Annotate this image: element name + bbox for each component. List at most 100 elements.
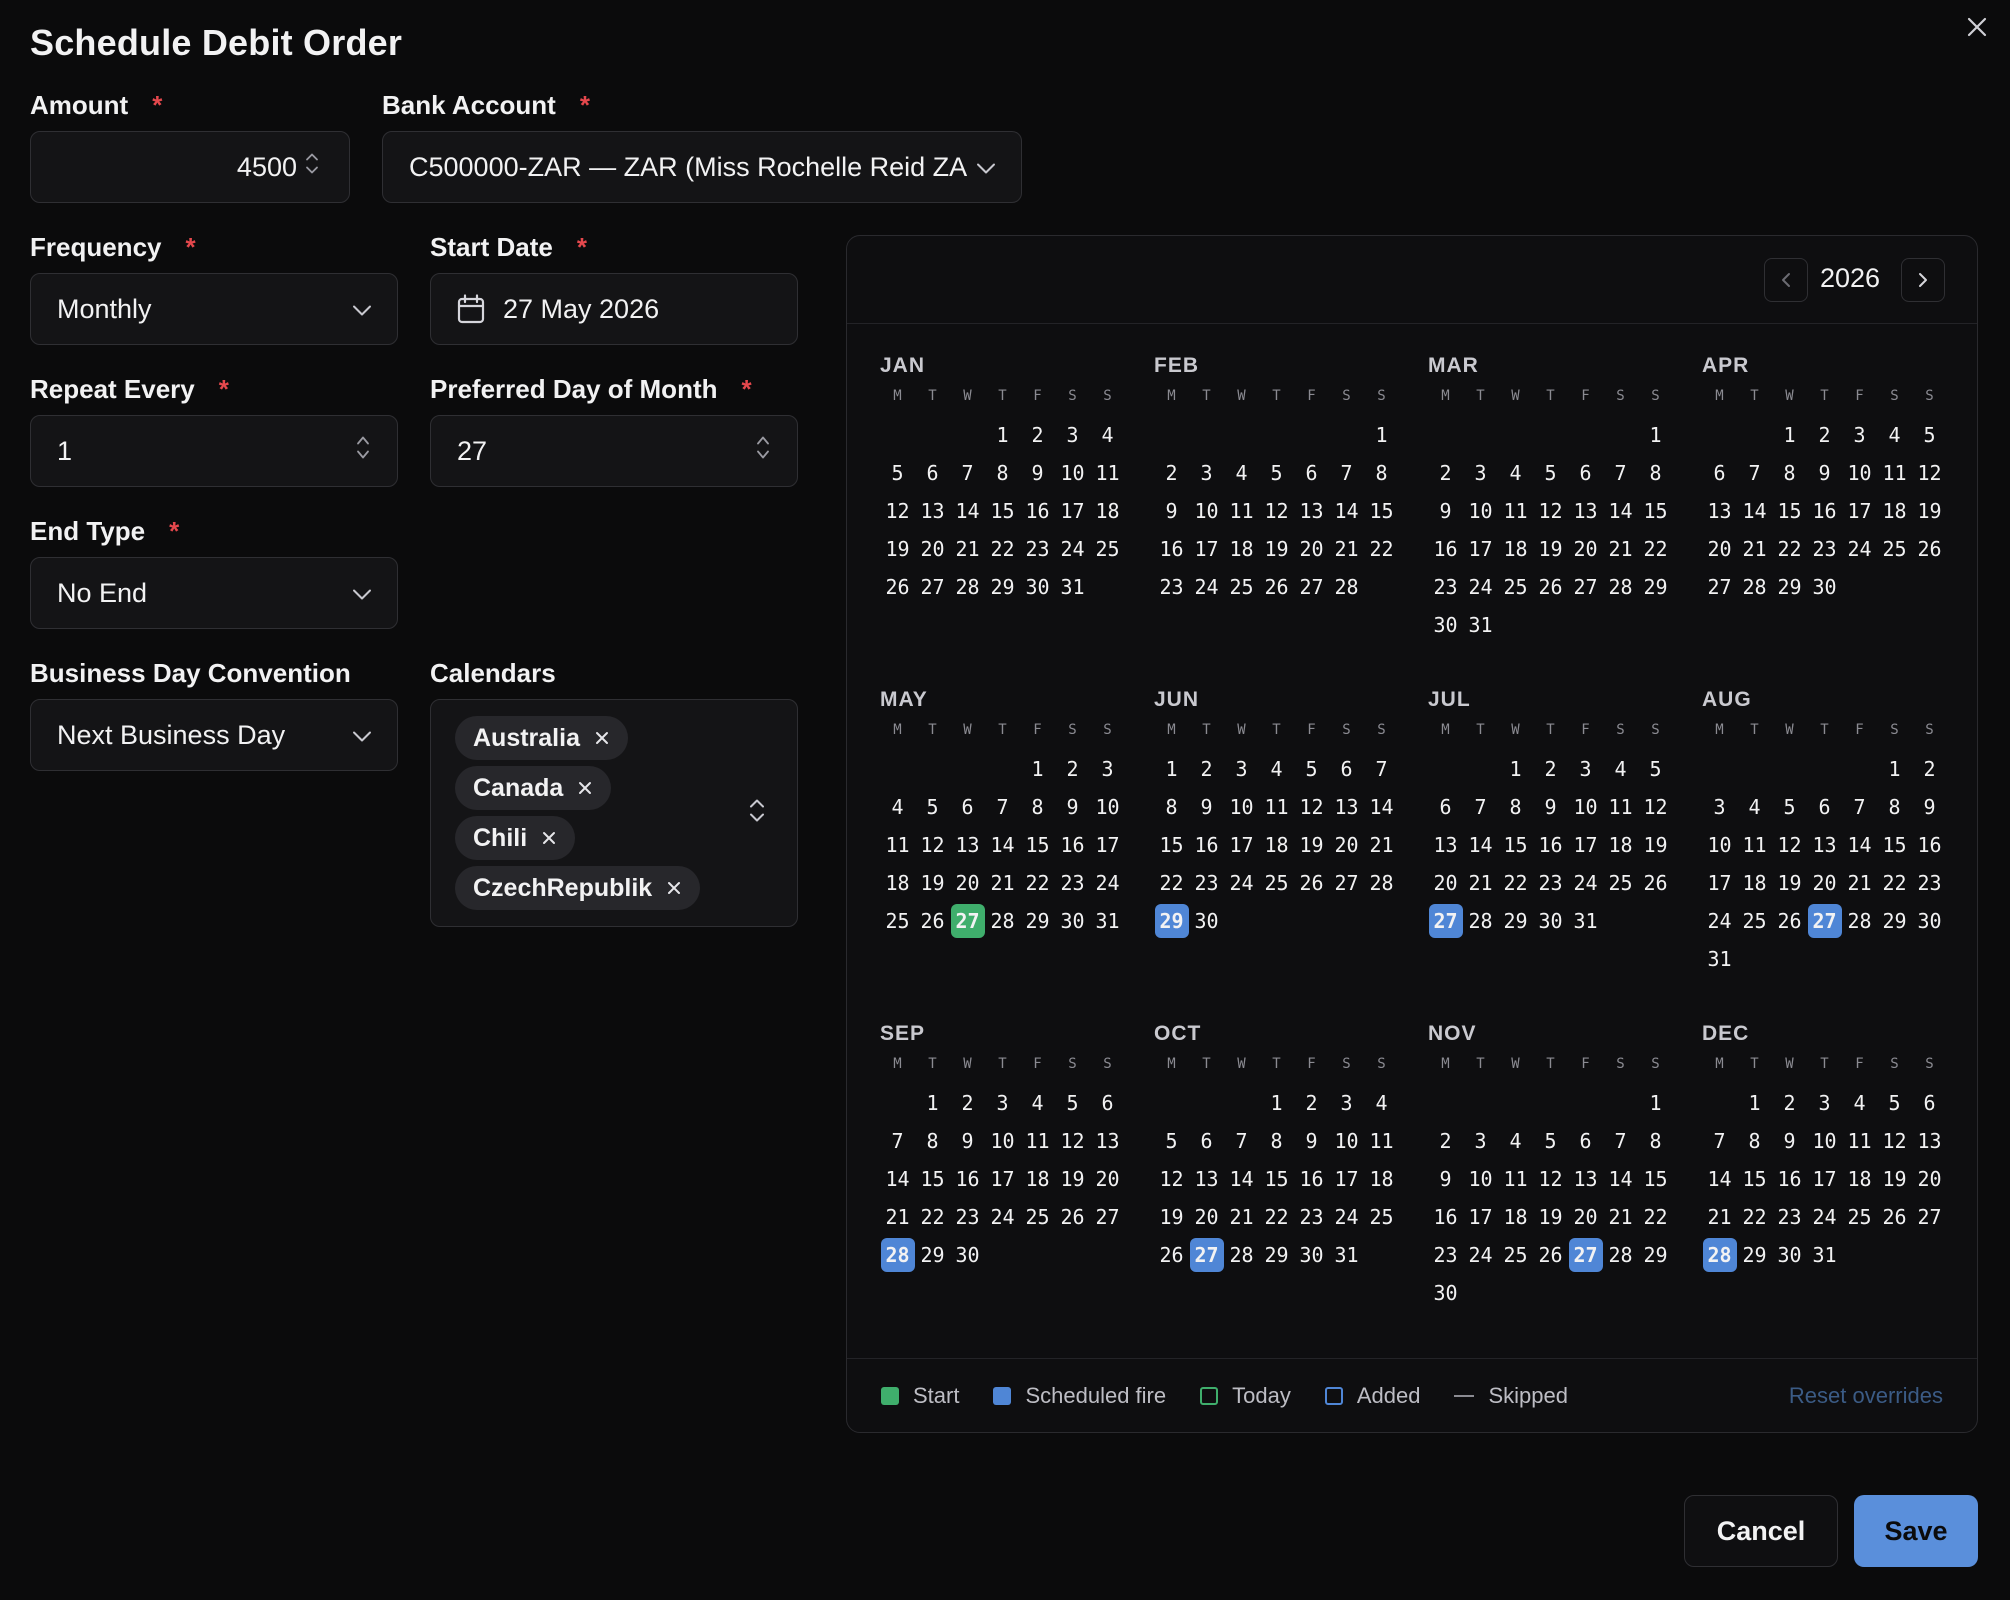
day-cell[interactable]: 1	[1498, 750, 1533, 788]
day-cell[interactable]: 26	[915, 902, 950, 940]
day-cell[interactable]: 19	[1259, 530, 1294, 568]
day-cell[interactable]: 5	[1912, 416, 1947, 454]
day-cell[interactable]: 27	[1090, 1198, 1125, 1236]
day-cell[interactable]: 9	[1428, 492, 1463, 530]
day-cell[interactable]: 4	[1224, 454, 1259, 492]
day-cell[interactable]: 29	[915, 1236, 950, 1274]
end-type-select[interactable]: No End	[30, 557, 398, 629]
day-cell[interactable]: 25	[1877, 530, 1912, 568]
day-cell[interactable]: 22	[1498, 864, 1533, 902]
day-cell[interactable]: 16	[1154, 530, 1189, 568]
day-cell[interactable]: 6	[1568, 1122, 1603, 1160]
day-cell[interactable]: 20	[1807, 864, 1842, 902]
day-cell[interactable]: 23	[1772, 1198, 1807, 1236]
scheduled-day-cell[interactable]: 28	[880, 1236, 915, 1274]
day-cell[interactable]: 6	[950, 788, 985, 826]
scheduled-day-cell[interactable]: 29	[1154, 902, 1189, 940]
day-cell[interactable]: 21	[1702, 1198, 1737, 1236]
remove-chip-icon[interactable]	[666, 880, 682, 896]
day-cell[interactable]: 28	[1224, 1236, 1259, 1274]
day-cell[interactable]: 8	[1737, 1122, 1772, 1160]
day-cell[interactable]: 8	[1259, 1122, 1294, 1160]
day-cell[interactable]: 26	[1055, 1198, 1090, 1236]
day-cell[interactable]: 22	[1638, 1198, 1673, 1236]
day-cell[interactable]: 30	[1807, 568, 1842, 606]
remove-chip-icon[interactable]	[541, 830, 557, 846]
day-cell[interactable]: 22	[1259, 1198, 1294, 1236]
day-cell[interactable]: 25	[1020, 1198, 1055, 1236]
day-cell[interactable]: 10	[1568, 788, 1603, 826]
day-cell[interactable]: 17	[1463, 1198, 1498, 1236]
day-cell[interactable]: 19	[1877, 1160, 1912, 1198]
day-cell[interactable]: 20	[1568, 530, 1603, 568]
day-cell[interactable]: 8	[1154, 788, 1189, 826]
day-cell[interactable]: 15	[985, 492, 1020, 530]
day-cell[interactable]: 25	[1842, 1198, 1877, 1236]
day-cell[interactable]: 16	[1055, 826, 1090, 864]
day-cell[interactable]: 31	[1055, 568, 1090, 606]
day-cell[interactable]: 14	[1224, 1160, 1259, 1198]
day-cell[interactable]: 3	[1224, 750, 1259, 788]
day-cell[interactable]: 23	[1428, 568, 1463, 606]
day-cell[interactable]: 4	[1259, 750, 1294, 788]
day-cell[interactable]: 25	[880, 902, 915, 940]
day-cell[interactable]: 20	[915, 530, 950, 568]
stepper-icon[interactable]	[305, 151, 319, 184]
day-cell[interactable]: 19	[1154, 1198, 1189, 1236]
day-cell[interactable]: 1	[1638, 1084, 1673, 1122]
day-cell[interactable]: 22	[1638, 530, 1673, 568]
day-cell[interactable]: 26	[1533, 1236, 1568, 1274]
day-cell[interactable]: 3	[1055, 416, 1090, 454]
day-cell[interactable]: 13	[915, 492, 950, 530]
day-cell[interactable]: 2	[1189, 750, 1224, 788]
day-cell[interactable]: 16	[1912, 826, 1947, 864]
day-cell[interactable]: 25	[1259, 864, 1294, 902]
day-cell[interactable]: 15	[1638, 1160, 1673, 1198]
day-cell[interactable]: 23	[1294, 1198, 1329, 1236]
reset-overrides-link[interactable]: Reset overrides	[1789, 1383, 1943, 1409]
day-cell[interactable]: 13	[1912, 1122, 1947, 1160]
day-cell[interactable]: 26	[880, 568, 915, 606]
day-cell[interactable]: 31	[1463, 606, 1498, 644]
day-cell[interactable]: 7	[985, 788, 1020, 826]
day-cell[interactable]: 16	[1020, 492, 1055, 530]
day-cell[interactable]: 14	[1329, 492, 1364, 530]
day-cell[interactable]: 26	[1877, 1198, 1912, 1236]
day-cell[interactable]: 3	[1090, 750, 1125, 788]
day-cell[interactable]: 7	[1224, 1122, 1259, 1160]
day-cell[interactable]: 5	[1638, 750, 1673, 788]
day-cell[interactable]: 8	[1498, 788, 1533, 826]
day-cell[interactable]: 31	[1090, 902, 1125, 940]
day-cell[interactable]: 18	[1090, 492, 1125, 530]
day-cell[interactable]: 4	[1498, 454, 1533, 492]
day-cell[interactable]: 13	[1189, 1160, 1224, 1198]
day-cell[interactable]: 24	[1568, 864, 1603, 902]
day-cell[interactable]: 26	[1533, 568, 1568, 606]
day-cell[interactable]: 11	[1737, 826, 1772, 864]
day-cell[interactable]: 25	[1224, 568, 1259, 606]
day-cell[interactable]: 2	[1020, 416, 1055, 454]
day-cell[interactable]: 7	[1737, 454, 1772, 492]
day-cell[interactable]: 14	[950, 492, 985, 530]
day-cell[interactable]: 18	[1259, 826, 1294, 864]
day-cell[interactable]: 25	[1498, 1236, 1533, 1274]
day-cell[interactable]: 14	[985, 826, 1020, 864]
day-cell[interactable]: 5	[1154, 1122, 1189, 1160]
day-cell[interactable]: 23	[1533, 864, 1568, 902]
day-cell[interactable]: 21	[1842, 864, 1877, 902]
day-cell[interactable]: 18	[1877, 492, 1912, 530]
day-cell[interactable]: 7	[1603, 1122, 1638, 1160]
day-cell[interactable]: 6	[1428, 788, 1463, 826]
day-cell[interactable]: 12	[1772, 826, 1807, 864]
day-cell[interactable]: 10	[1090, 788, 1125, 826]
day-cell[interactable]: 24	[1224, 864, 1259, 902]
day-cell[interactable]: 5	[915, 788, 950, 826]
day-cell[interactable]: 15	[1364, 492, 1399, 530]
day-cell[interactable]: 12	[1154, 1160, 1189, 1198]
day-cell[interactable]: 20	[1189, 1198, 1224, 1236]
cancel-button[interactable]: Cancel	[1684, 1495, 1838, 1567]
day-cell[interactable]: 8	[915, 1122, 950, 1160]
day-cell[interactable]: 2	[1772, 1084, 1807, 1122]
day-cell[interactable]: 18	[1224, 530, 1259, 568]
day-cell[interactable]: 4	[1877, 416, 1912, 454]
